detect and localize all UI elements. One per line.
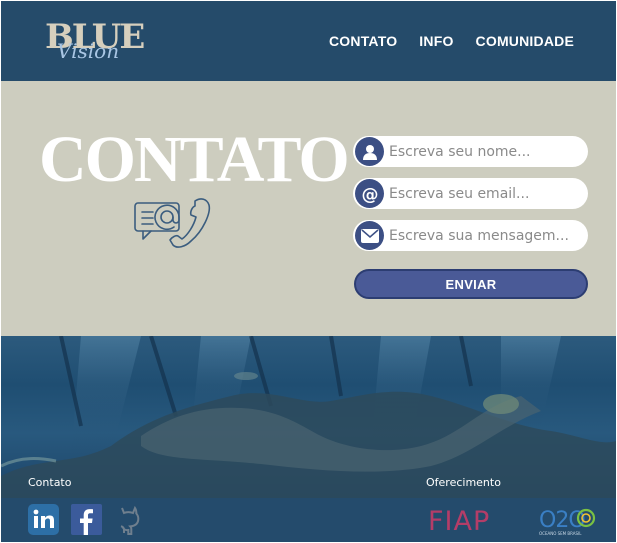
github-icon[interactable] [113,504,144,535]
o2o-logo[interactable]: O2O OCEANO SEM BRASIL [536,503,596,537]
main-nav: CONTATO INFO COMUNIDADE [329,33,574,49]
message-field [353,220,588,251]
page-title: CONTATO [39,123,350,196]
email-field: @ [353,178,588,209]
user-icon [355,137,384,166]
underwater-banner: Contato Oferecimento [1,336,616,498]
fiap-logo[interactable]: FIAP [428,506,490,537]
svg-text:OCEANO SEM BRASIL: OCEANO SEM BRASIL [539,531,582,536]
page: BLUE Vision CONTATO INFO COMUNIDADE CONT… [1,1,616,542]
header: BLUE Vision CONTATO INFO COMUNIDADE [1,1,616,81]
footer: FIAP O2O OCEANO SEM BRASIL [1,498,616,542]
contact-section: CONTATO @ [1,81,616,336]
nav-contato[interactable]: CONTATO [329,33,397,49]
logo-text-vision: Vision [57,39,120,63]
nav-info[interactable]: INFO [419,33,453,49]
contact-illustration-icon [134,198,211,248]
nav-comunidade[interactable]: COMUNIDADE [476,33,574,49]
footer-contato-label: Contato [28,476,72,489]
message-input[interactable] [389,224,584,247]
email-input[interactable] [389,182,584,205]
logo[interactable]: BLUE Vision [45,17,145,67]
send-button[interactable]: ENVIAR [354,269,588,299]
svg-text:@: @ [361,185,378,204]
facebook-icon[interactable] [71,504,102,535]
footer-oferecimento-label: Oferecimento [426,476,501,489]
at-sign-icon: @ [355,179,384,208]
underwater-image [1,336,616,498]
name-input[interactable] [389,140,584,163]
name-field [353,136,588,167]
linkedin-icon[interactable] [28,504,59,535]
envelope-icon [355,221,384,250]
